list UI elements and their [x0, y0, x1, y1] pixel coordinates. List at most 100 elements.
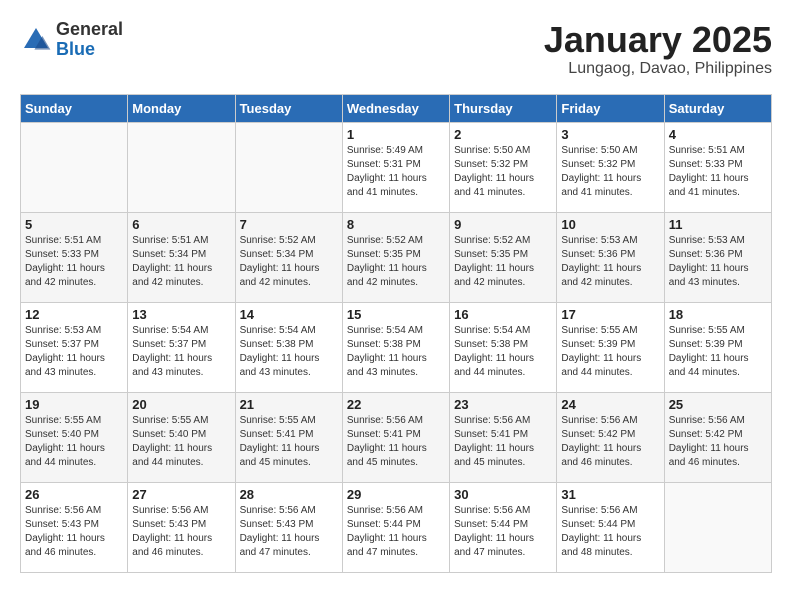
- daylight-text: Daylight: 11 hours and 42 minutes.: [454, 263, 534, 288]
- day-cell: 10 Sunrise: 5:53 AM Sunset: 5:36 PM Dayl…: [557, 212, 664, 302]
- day-info: Sunrise: 5:53 AM Sunset: 5:37 PM Dayligh…: [25, 324, 123, 380]
- daylight-text: Daylight: 11 hours and 46 minutes.: [561, 443, 641, 468]
- sunset-text: Sunset: 5:34 PM: [132, 249, 206, 260]
- daylight-text: Daylight: 11 hours and 45 minutes.: [240, 443, 320, 468]
- day-number: 1: [347, 127, 445, 142]
- header-saturday: Saturday: [664, 94, 771, 122]
- day-cell: 4 Sunrise: 5:51 AM Sunset: 5:33 PM Dayli…: [664, 122, 771, 212]
- week-row-3: 12 Sunrise: 5:53 AM Sunset: 5:37 PM Dayl…: [21, 302, 772, 392]
- day-cell: 7 Sunrise: 5:52 AM Sunset: 5:34 PM Dayli…: [235, 212, 342, 302]
- daylight-text: Daylight: 11 hours and 48 minutes.: [561, 533, 641, 558]
- day-number: 3: [561, 127, 659, 142]
- day-info: Sunrise: 5:55 AM Sunset: 5:41 PM Dayligh…: [240, 414, 338, 470]
- daylight-text: Daylight: 11 hours and 42 minutes.: [347, 263, 427, 288]
- logo-blue-text: Blue: [56, 40, 123, 60]
- day-cell: 2 Sunrise: 5:50 AM Sunset: 5:32 PM Dayli…: [450, 122, 557, 212]
- sunrise-text: Sunrise: 5:56 AM: [561, 505, 637, 516]
- calendar-table: SundayMondayTuesdayWednesdayThursdayFrid…: [20, 94, 772, 573]
- sunrise-text: Sunrise: 5:51 AM: [132, 235, 208, 246]
- day-number: 13: [132, 307, 230, 322]
- sunset-text: Sunset: 5:36 PM: [669, 249, 743, 260]
- header-wednesday: Wednesday: [342, 94, 449, 122]
- day-cell: 28 Sunrise: 5:56 AM Sunset: 5:43 PM Dayl…: [235, 482, 342, 572]
- day-info: Sunrise: 5:55 AM Sunset: 5:39 PM Dayligh…: [669, 324, 767, 380]
- day-cell: 16 Sunrise: 5:54 AM Sunset: 5:38 PM Dayl…: [450, 302, 557, 392]
- sunrise-text: Sunrise: 5:52 AM: [347, 235, 423, 246]
- day-cell: 21 Sunrise: 5:55 AM Sunset: 5:41 PM Dayl…: [235, 392, 342, 482]
- day-number: 27: [132, 487, 230, 502]
- day-info: Sunrise: 5:51 AM Sunset: 5:33 PM Dayligh…: [25, 234, 123, 290]
- day-cell: 6 Sunrise: 5:51 AM Sunset: 5:34 PM Dayli…: [128, 212, 235, 302]
- daylight-text: Daylight: 11 hours and 47 minutes.: [347, 533, 427, 558]
- day-number: 12: [25, 307, 123, 322]
- day-info: Sunrise: 5:56 AM Sunset: 5:41 PM Dayligh…: [347, 414, 445, 470]
- day-cell: 3 Sunrise: 5:50 AM Sunset: 5:32 PM Dayli…: [557, 122, 664, 212]
- day-number: 5: [25, 217, 123, 232]
- logo: General Blue: [20, 20, 123, 60]
- day-info: Sunrise: 5:50 AM Sunset: 5:32 PM Dayligh…: [561, 144, 659, 200]
- daylight-text: Daylight: 11 hours and 42 minutes.: [25, 263, 105, 288]
- sunrise-text: Sunrise: 5:56 AM: [669, 415, 745, 426]
- day-info: Sunrise: 5:50 AM Sunset: 5:32 PM Dayligh…: [454, 144, 552, 200]
- sunrise-text: Sunrise: 5:56 AM: [347, 415, 423, 426]
- day-number: 21: [240, 397, 338, 412]
- day-number: 14: [240, 307, 338, 322]
- day-number: 6: [132, 217, 230, 232]
- daylight-text: Daylight: 11 hours and 46 minutes.: [25, 533, 105, 558]
- logo-text: General Blue: [56, 20, 123, 60]
- day-number: 4: [669, 127, 767, 142]
- sunset-text: Sunset: 5:44 PM: [347, 519, 421, 530]
- day-cell: [235, 122, 342, 212]
- sunrise-text: Sunrise: 5:56 AM: [454, 505, 530, 516]
- sunrise-text: Sunrise: 5:53 AM: [25, 325, 101, 336]
- daylight-text: Daylight: 11 hours and 43 minutes.: [240, 353, 320, 378]
- header-tuesday: Tuesday: [235, 94, 342, 122]
- sunset-text: Sunset: 5:37 PM: [132, 339, 206, 350]
- day-cell: 30 Sunrise: 5:56 AM Sunset: 5:44 PM Dayl…: [450, 482, 557, 572]
- day-cell: 15 Sunrise: 5:54 AM Sunset: 5:38 PM Dayl…: [342, 302, 449, 392]
- sunset-text: Sunset: 5:38 PM: [347, 339, 421, 350]
- day-number: 18: [669, 307, 767, 322]
- day-info: Sunrise: 5:54 AM Sunset: 5:38 PM Dayligh…: [347, 324, 445, 380]
- day-number: 11: [669, 217, 767, 232]
- day-info: Sunrise: 5:51 AM Sunset: 5:33 PM Dayligh…: [669, 144, 767, 200]
- daylight-text: Daylight: 11 hours and 44 minutes.: [25, 443, 105, 468]
- daylight-text: Daylight: 11 hours and 47 minutes.: [240, 533, 320, 558]
- sunrise-text: Sunrise: 5:49 AM: [347, 145, 423, 156]
- calendar-header-row: SundayMondayTuesdayWednesdayThursdayFrid…: [21, 94, 772, 122]
- sunset-text: Sunset: 5:40 PM: [132, 429, 206, 440]
- sunrise-text: Sunrise: 5:55 AM: [25, 415, 101, 426]
- daylight-text: Daylight: 11 hours and 44 minutes.: [132, 443, 212, 468]
- month-title: January 2025: [544, 20, 772, 60]
- sunrise-text: Sunrise: 5:52 AM: [240, 235, 316, 246]
- daylight-text: Daylight: 11 hours and 42 minutes.: [561, 263, 641, 288]
- day-cell: 27 Sunrise: 5:56 AM Sunset: 5:43 PM Dayl…: [128, 482, 235, 572]
- daylight-text: Daylight: 11 hours and 43 minutes.: [132, 353, 212, 378]
- day-info: Sunrise: 5:56 AM Sunset: 5:44 PM Dayligh…: [454, 504, 552, 560]
- sunrise-text: Sunrise: 5:54 AM: [347, 325, 423, 336]
- daylight-text: Daylight: 11 hours and 47 minutes.: [454, 533, 534, 558]
- day-cell: [664, 482, 771, 572]
- sunset-text: Sunset: 5:36 PM: [561, 249, 635, 260]
- sunrise-text: Sunrise: 5:56 AM: [240, 505, 316, 516]
- day-cell: 14 Sunrise: 5:54 AM Sunset: 5:38 PM Dayl…: [235, 302, 342, 392]
- page-header: General Blue January 2025 Lungaog, Davao…: [20, 20, 772, 78]
- sunrise-text: Sunrise: 5:55 AM: [132, 415, 208, 426]
- sunrise-text: Sunrise: 5:54 AM: [240, 325, 316, 336]
- sunset-text: Sunset: 5:40 PM: [25, 429, 99, 440]
- week-row-1: 1 Sunrise: 5:49 AM Sunset: 5:31 PM Dayli…: [21, 122, 772, 212]
- day-cell: [21, 122, 128, 212]
- sunset-text: Sunset: 5:41 PM: [240, 429, 314, 440]
- day-info: Sunrise: 5:55 AM Sunset: 5:40 PM Dayligh…: [25, 414, 123, 470]
- day-cell: 9 Sunrise: 5:52 AM Sunset: 5:35 PM Dayli…: [450, 212, 557, 302]
- sunset-text: Sunset: 5:44 PM: [454, 519, 528, 530]
- daylight-text: Daylight: 11 hours and 44 minutes.: [454, 353, 534, 378]
- header-thursday: Thursday: [450, 94, 557, 122]
- sunrise-text: Sunrise: 5:54 AM: [132, 325, 208, 336]
- day-cell: 31 Sunrise: 5:56 AM Sunset: 5:44 PM Dayl…: [557, 482, 664, 572]
- header-sunday: Sunday: [21, 94, 128, 122]
- day-number: 26: [25, 487, 123, 502]
- sunset-text: Sunset: 5:44 PM: [561, 519, 635, 530]
- day-cell: 22 Sunrise: 5:56 AM Sunset: 5:41 PM Dayl…: [342, 392, 449, 482]
- day-cell: 12 Sunrise: 5:53 AM Sunset: 5:37 PM Dayl…: [21, 302, 128, 392]
